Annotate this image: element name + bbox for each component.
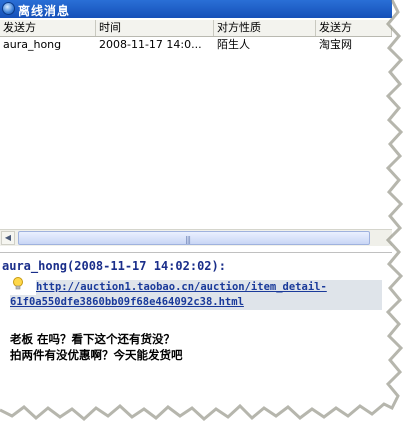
horizontal-scrollbar[interactable]: ◀ |||: [0, 229, 392, 246]
cell-relation: 陌生人: [217, 38, 250, 51]
page: 离线消息 发送方 时间 对方性质 发送方 aura_hong 2008-11-1…: [0, 0, 407, 433]
arrow-left-icon[interactable]: ◀: [1, 231, 15, 245]
cell-time: 2008-11-17 14:0...: [99, 38, 202, 51]
column-header-sender[interactable]: 发送方: [0, 20, 96, 36]
column-header-time[interactable]: 时间: [96, 20, 214, 36]
item-link[interactable]: http://auction1.taobao.cn/auction/item_d…: [10, 280, 382, 310]
window-title: 离线消息: [18, 4, 71, 18]
message-line: 老板 在吗？看下这个还有货没？: [10, 332, 176, 346]
table-row[interactable]: aura_hong 2008-11-17 14:0... 陌生人 淘宝网: [0, 37, 392, 53]
message-line: 拍两件有没优惠啊？今天能发货吧: [10, 348, 183, 362]
qq-app-icon: [2, 2, 15, 15]
item-link-line2[interactable]: 61f0a550dfe3860bb09f68e464092c38.html: [10, 295, 274, 310]
lightbulb-icon: [13, 277, 23, 290]
scrollbar-thumb[interactable]: |||: [18, 231, 370, 245]
message-detail-pane: aura_hong(2008-11-17 14:02:02): http://a…: [0, 252, 392, 413]
grip-icon: |||: [185, 235, 191, 244]
cell-sender: aura_hong: [3, 38, 62, 51]
offline-messages-window: 离线消息 发送方 时间 对方性质 发送方 aura_hong 2008-11-1…: [0, 0, 392, 413]
column-header-source[interactable]: 发送方: [316, 20, 392, 36]
item-link-line1[interactable]: http://auction1.taobao.cn/auction/item_d…: [36, 281, 327, 293]
cell-source: 淘宝网: [319, 38, 352, 51]
column-header-relation[interactable]: 对方性质: [214, 20, 316, 36]
message-header: aura_hong(2008-11-17 14:02:02):: [2, 259, 226, 273]
title-bar[interactable]: 离线消息: [0, 0, 392, 18]
table-header: 发送方 时间 对方性质 发送方: [0, 20, 392, 37]
